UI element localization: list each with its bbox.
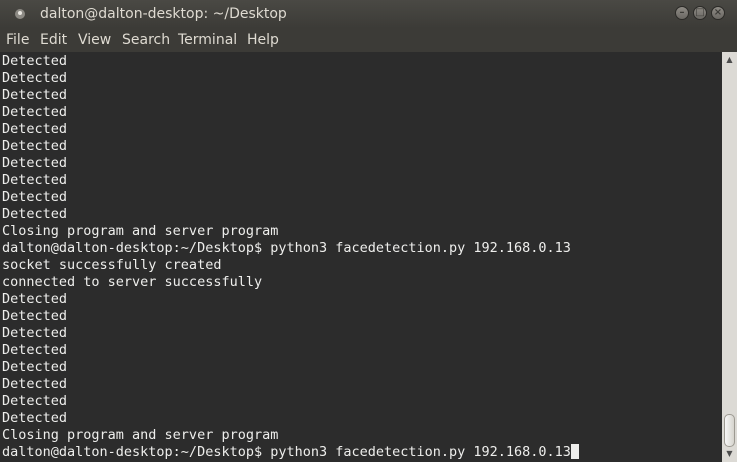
text-cursor	[570, 444, 579, 459]
terminal-line: socket successfully created	[2, 257, 222, 273]
terminal-line: Detected	[2, 172, 68, 188]
menu-bar: File Edit View Search Terminal Help	[0, 28, 737, 52]
vertical-scrollbar[interactable]: ▲ ▼	[722, 52, 737, 462]
title-bar: dalton@dalton-desktop: ~/Desktop – □ ×	[0, 0, 737, 28]
maximize-icon: □	[695, 7, 705, 18]
maximize-button[interactable]: □	[693, 6, 707, 20]
close-button[interactable]: ×	[711, 6, 725, 20]
terminal-line: Detected	[2, 393, 68, 409]
close-icon: ×	[713, 7, 723, 18]
minimize-button[interactable]: –	[675, 6, 689, 20]
scroll-up-arrow-icon[interactable]: ▲	[722, 54, 737, 66]
window-title: dalton@dalton-desktop: ~/Desktop	[40, 6, 287, 22]
terminal-line: Detected	[2, 104, 68, 120]
terminal-line: Detected	[2, 342, 68, 358]
scrollbar-thumb[interactable]	[724, 414, 735, 447]
terminal-line: Detected	[2, 308, 68, 324]
scroll-down-arrow-icon[interactable]: ▼	[722, 448, 737, 460]
menu-search[interactable]: Search	[122, 28, 170, 52]
terminal-line: Detected	[2, 376, 68, 392]
terminal-output[interactable]: Detected Detected Detected Detected Dete…	[0, 52, 722, 462]
terminal-line: Detected	[2, 138, 68, 154]
menu-edit[interactable]: Edit	[40, 28, 67, 52]
terminal-line: Detected	[2, 70, 68, 86]
terminal-prompt-text: dalton@dalton-desktop:~/Desktop$ python3…	[2, 444, 571, 460]
menu-view[interactable]: View	[78, 28, 111, 52]
terminal-line: connected to server successfully	[2, 274, 263, 290]
terminal-lines: Detected Detected Detected Detected Dete…	[2, 53, 579, 461]
terminal-line: Detected	[2, 359, 68, 375]
terminal-prompt-line[interactable]: dalton@dalton-desktop:~/Desktop$ python3…	[2, 444, 579, 461]
terminal-window-icon	[15, 9, 25, 19]
menu-help[interactable]: Help	[247, 28, 279, 52]
minimize-icon: –	[679, 7, 685, 18]
terminal-line: dalton@dalton-desktop:~/Desktop$ python3…	[2, 240, 571, 256]
menu-file[interactable]: File	[6, 28, 29, 52]
terminal-line: Detected	[2, 87, 68, 103]
terminal-line: Detected	[2, 189, 68, 205]
terminal-line: Detected	[2, 53, 68, 69]
terminal-line: Closing program and server program	[2, 223, 279, 239]
menu-terminal[interactable]: Terminal	[178, 28, 237, 52]
terminal-line: Detected	[2, 410, 68, 426]
terminal-line: Detected	[2, 121, 68, 137]
terminal-line: Detected	[2, 325, 68, 341]
terminal-window: dalton@dalton-desktop: ~/Desktop – □ × F…	[0, 0, 737, 462]
terminal-line: Closing program and server program	[2, 427, 279, 443]
terminal-line: Detected	[2, 291, 68, 307]
terminal-line: Detected	[2, 206, 68, 222]
terminal-line: Detected	[2, 155, 68, 171]
